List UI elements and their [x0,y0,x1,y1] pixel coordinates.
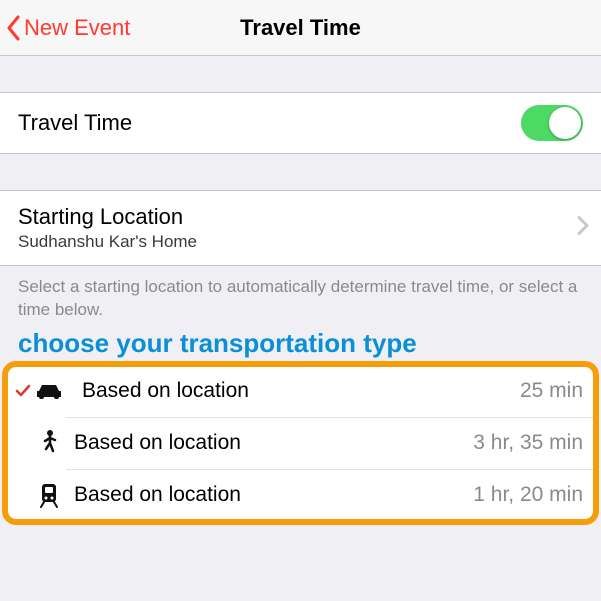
toggle-knob [549,107,581,139]
starting-location-label: Starting Location [18,204,583,230]
travel-time-row: Travel Time [0,93,601,153]
travel-time-label: Travel Time [18,110,132,136]
starting-location-value: Sudhanshu Kar's Home [18,232,583,252]
option-car[interactable]: Based on location 25 min [6,365,595,417]
option-label: Based on location [82,379,249,403]
back-button[interactable]: New Event [0,15,130,41]
hint-text: Select a starting location to automatica… [0,266,601,328]
walk-icon [32,429,66,457]
starting-location-button[interactable]: Starting Location Sudhanshu Kar's Home [0,191,601,265]
back-label: New Event [24,15,130,41]
train-icon [32,482,66,508]
option-duration: 25 min [520,379,583,403]
option-duration: 3 hr, 35 min [473,431,583,455]
travel-time-toggle-section: Travel Time [0,92,601,154]
chevron-left-icon [6,15,22,41]
option-walk[interactable]: Based on location 3 hr, 35 min [66,417,595,469]
annotation-text: choose your transportation type [0,328,601,365]
transport-options: Based on location 25 min Based on locati… [6,365,595,521]
option-duration: 1 hr, 20 min [473,483,583,507]
travel-time-toggle[interactable] [521,105,583,141]
checkmark-icon [14,383,32,399]
option-transit[interactable]: Based on location 1 hr, 20 min [66,469,595,521]
starting-location-section: Starting Location Sudhanshu Kar's Home [0,190,601,266]
option-label: Based on location [74,483,241,507]
option-label: Based on location [74,431,241,455]
nav-bar: New Event Travel Time [0,0,601,56]
chevron-right-icon [577,216,589,241]
car-icon [32,381,66,401]
